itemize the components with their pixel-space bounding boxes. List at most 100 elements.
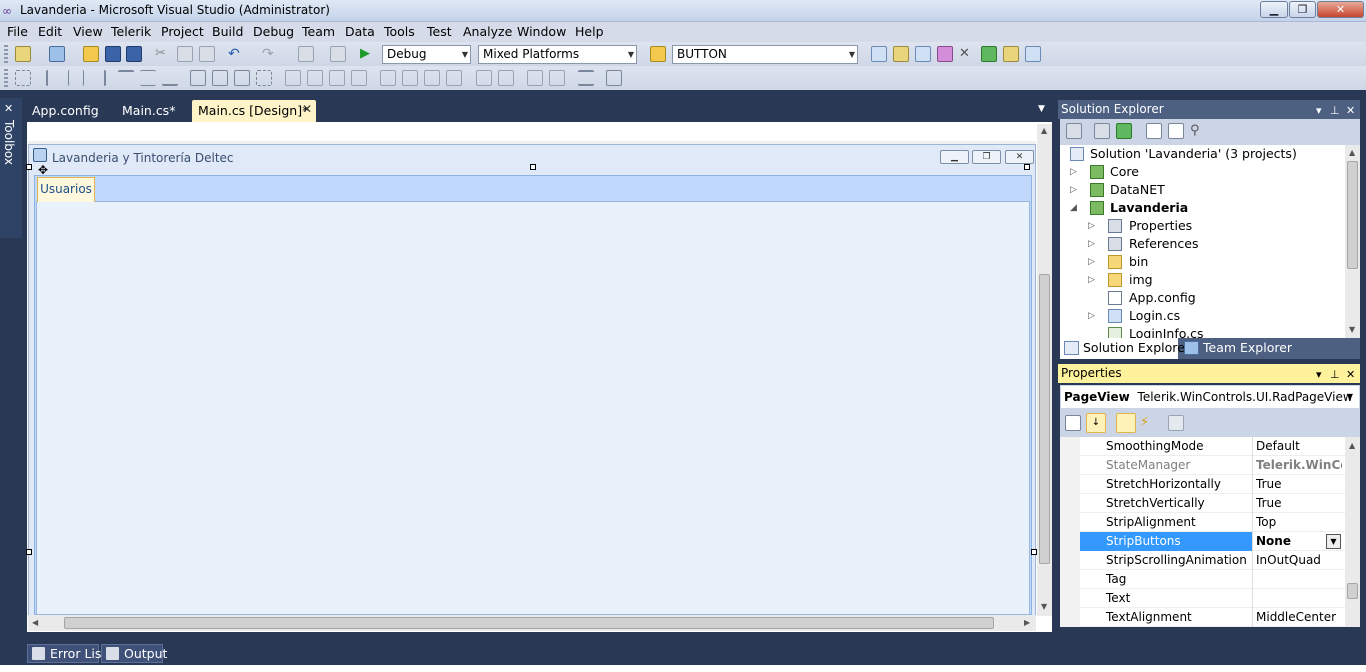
start-page-icon[interactable] [981,46,997,62]
minimize-button[interactable]: ▁ [1260,1,1288,18]
properties-view-icon[interactable] [1066,123,1082,139]
property-row[interactable]: TextAlignment MiddleCenter [1060,608,1345,627]
property-row[interactable]: StripAlignment Top [1060,513,1345,532]
undo-icon[interactable]: ↶ [228,46,244,62]
properties-window-icon[interactable] [915,46,931,62]
vertical-spacing-equal-icon[interactable] [380,70,396,86]
menu-analyze[interactable]: Analyze [463,24,512,39]
scroll-right-icon[interactable]: ▶ [1024,618,1030,627]
tab-app-config[interactable]: App.config [26,100,105,122]
menu-project[interactable]: Project [161,24,204,39]
scrollbar-thumb[interactable] [1347,161,1358,269]
find-combo[interactable]: BUTTON ▼ [672,45,858,64]
property-value[interactable]: MiddleCenter [1256,608,1342,627]
expand-arrow-icon[interactable]: ▷ [1088,307,1095,325]
make-same-width-icon[interactable] [190,70,206,86]
refresh-icon[interactable] [1116,123,1132,139]
expand-arrow-icon[interactable]: ▷ [1088,235,1095,253]
center-horizontally-icon[interactable] [476,70,492,86]
save-all-icon[interactable] [126,46,142,62]
property-grid-scrollbar[interactable]: ▲ [1345,437,1360,627]
property-row[interactable]: StateManager Telerik.WinCon [1060,456,1345,475]
pageview-page-content[interactable] [36,201,1030,615]
selection-handle[interactable] [1024,164,1030,170]
command-window-icon[interactable] [1025,46,1041,62]
expand-arrow-icon[interactable]: ▷ [1088,271,1095,289]
tab-solution-explorer[interactable]: Solution Explorer [1060,338,1190,359]
menu-data[interactable]: Data [345,24,375,39]
remove-horizontal-spacing-icon[interactable] [351,70,367,86]
save-icon[interactable] [105,46,121,62]
maximize-button[interactable]: ❐ [1289,1,1316,18]
object-selector-combo[interactable]: PageView Telerik.WinControls.UI.RadPageV… [1060,385,1360,409]
tab-team-explorer[interactable]: Team Explorer [1180,338,1360,359]
property-row[interactable]: StripScrollingAnimation InOutQuad [1060,551,1345,570]
close-panel-icon[interactable]: ✕ [1346,366,1355,384]
close-tab-icon[interactable]: ✕ [302,102,312,116]
solution-explorer-icon[interactable] [893,46,909,62]
scroll-down-icon[interactable]: ▼ [1041,602,1047,611]
expand-arrow-icon[interactable]: ▷ [1088,217,1095,235]
property-value[interactable]: Top [1256,513,1342,532]
paste-icon[interactable] [199,46,215,62]
toolbar-grip[interactable] [4,45,8,63]
expand-arrow-icon[interactable]: ▷ [1070,181,1077,199]
find-icon[interactable] [871,46,887,62]
solution-tree-scrollbar[interactable]: ▲ ▼ [1345,145,1360,338]
solution-platform-combo[interactable]: Mixed Platforms ▼ [478,45,637,64]
find-in-files-icon[interactable] [650,46,666,62]
align-middles-icon[interactable] [140,70,156,86]
show-all-files-icon[interactable] [1094,123,1110,139]
tab-main-design[interactable]: Main.cs [Design]* ✕ [192,100,316,122]
property-value[interactable]: Default [1256,437,1342,456]
selection-handle[interactable] [530,164,536,170]
property-row[interactable]: StretchVertically True [1060,494,1345,513]
increase-vertical-spacing-icon[interactable] [402,70,418,86]
extension-manager-icon[interactable] [1003,46,1019,62]
auto-hide-pin-icon[interactable]: ⊥ [1330,102,1340,120]
lock-controls-icon[interactable] [606,70,622,86]
scroll-left-icon[interactable]: ◀ [32,618,38,627]
menu-tools[interactable]: Tools [384,24,415,39]
categorized-icon[interactable] [1065,415,1081,431]
solution-configuration-combo[interactable]: Debug ▼ [382,45,471,64]
expand-arrow-icon[interactable]: ▷ [1070,163,1077,181]
alphabetical-icon[interactable]: ↓ [1086,413,1106,433]
toolbox-strip[interactable]: ✕ Toolbox [0,98,22,238]
selection-handle[interactable] [26,164,32,170]
property-row[interactable]: SmoothingMode Default [1060,437,1345,456]
align-centers-icon[interactable] [68,70,84,86]
align-tops-icon[interactable] [118,70,134,86]
designer-horizontal-scrollbar[interactable]: ◀ ▶ [28,615,1036,631]
expand-arrow-icon[interactable]: ▷ [1088,253,1095,271]
chevron-down-icon[interactable]: ▼ [1326,534,1341,549]
new-project-icon[interactable] [15,46,31,62]
scrollbar-thumb[interactable] [64,617,994,629]
property-row-selected[interactable]: StripButtons None ▼ [1060,532,1345,551]
bring-to-front-icon[interactable] [527,70,543,86]
tab-order-icon[interactable] [578,70,594,86]
center-vertically-icon[interactable] [498,70,514,86]
property-value[interactable]: True [1256,494,1342,513]
menu-team[interactable]: Team [302,24,335,39]
menu-window[interactable]: Window [517,24,566,39]
make-same-height-icon[interactable] [234,70,250,86]
selection-handle[interactable] [26,549,32,555]
send-to-back-icon[interactable] [549,70,565,86]
scroll-down-icon[interactable]: ▼ [1349,325,1355,334]
increase-horizontal-spacing-icon[interactable] [307,70,323,86]
move-handle-icon[interactable]: ✥ [38,163,48,177]
navigate-backward-icon[interactable] [298,46,314,62]
decrease-horizontal-spacing-icon[interactable] [329,70,345,86]
cut-icon[interactable]: ✂ [155,46,171,62]
align-rights-icon[interactable] [90,70,106,86]
remove-vertical-spacing-icon[interactable] [446,70,462,86]
align-bottoms-icon[interactable] [162,70,178,86]
view-designer-icon[interactable] [1168,123,1184,139]
window-position-dropdown-icon[interactable]: ▾ [1316,366,1322,384]
tab-main-cs[interactable]: Main.cs* [116,100,181,122]
open-file-icon[interactable] [83,46,99,62]
property-value[interactable]: InOutQuad [1256,551,1342,570]
toolbar-grip[interactable] [4,69,8,87]
property-value[interactable]: True [1256,475,1342,494]
